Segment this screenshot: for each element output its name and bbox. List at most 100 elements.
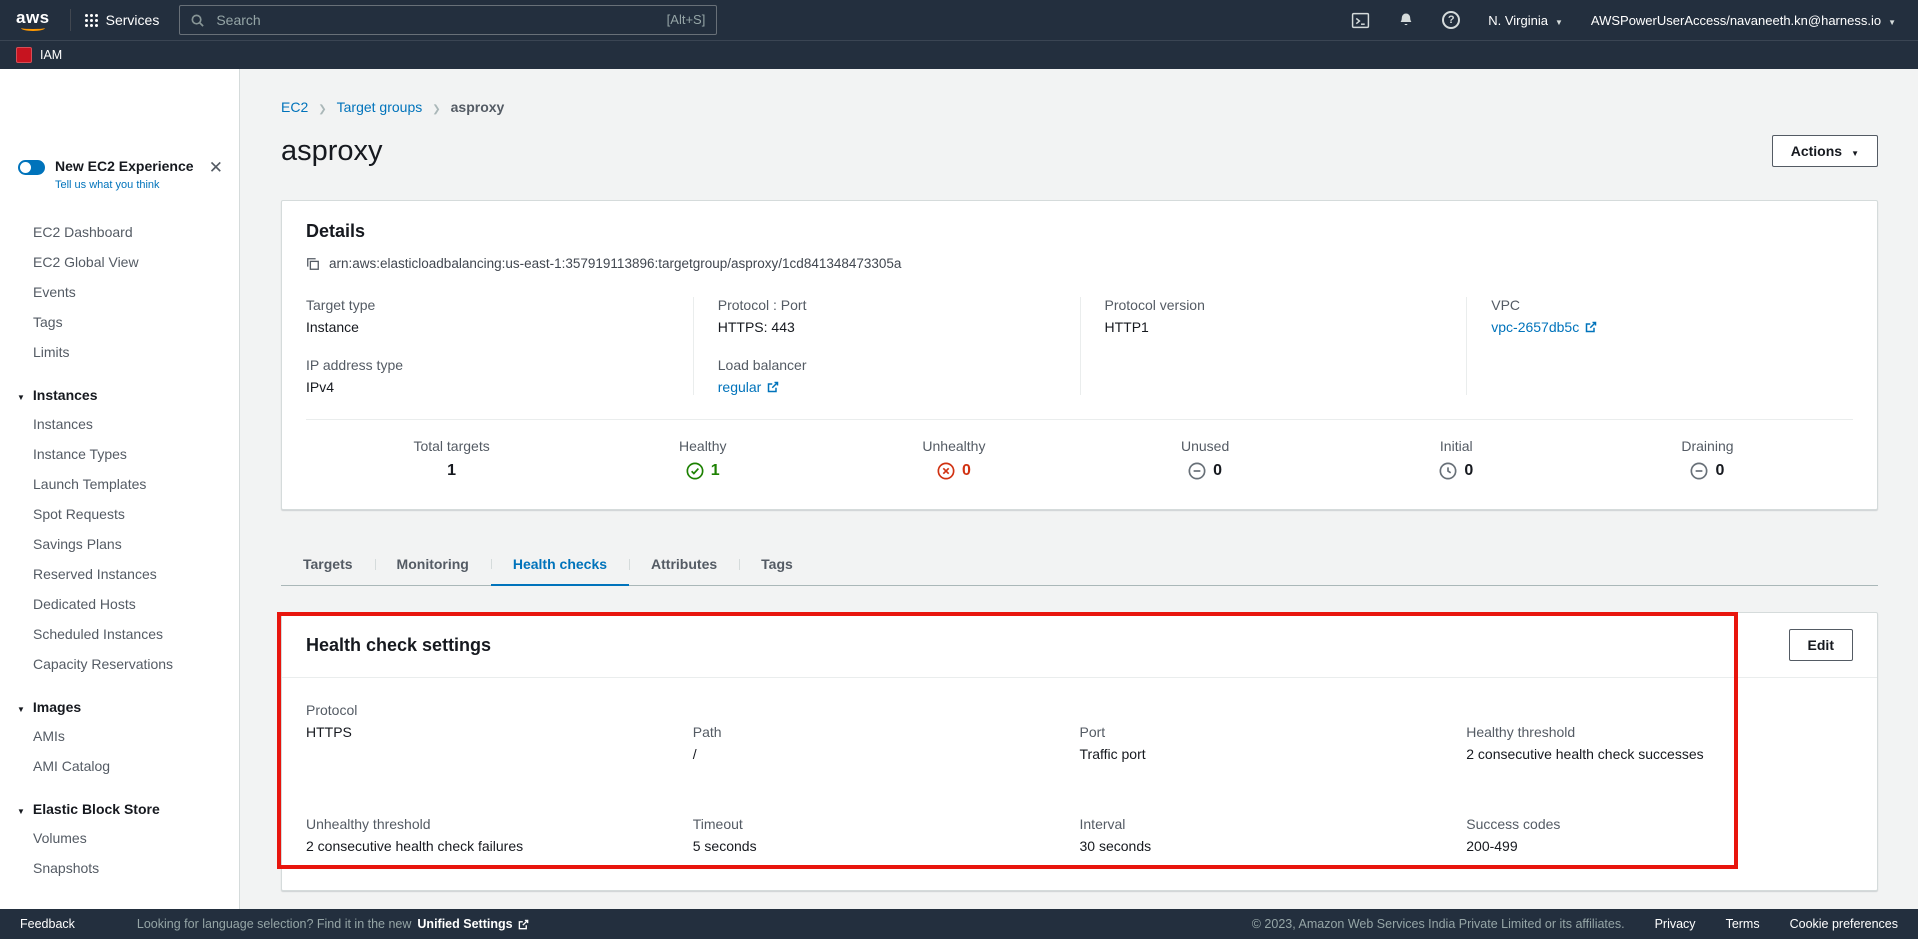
notifications-bell-icon[interactable] — [1398, 12, 1414, 29]
sidebar-section-images[interactable]: Images — [0, 691, 239, 721]
tab-health-checks[interactable]: Health checks — [491, 546, 629, 586]
details-column-1: Target type Instance IP address type IPv… — [306, 297, 693, 395]
health-check-section: Health check settings Edit Protocol HTTP… — [281, 612, 1878, 891]
sidebar-section-instances[interactable]: Instances — [0, 379, 239, 409]
app-body: New EC2 Experience Tell us what you thin… — [0, 69, 1918, 909]
edit-button[interactable]: Edit — [1789, 629, 1853, 661]
field-label: Healthy threshold — [1466, 724, 1853, 740]
field-value: 5 seconds — [693, 838, 1080, 854]
sidebar-item-instances[interactable]: Instances — [0, 409, 239, 439]
stat-unhealthy: Unhealthy 0 — [828, 438, 1079, 485]
services-menu-button[interactable]: Services — [81, 12, 164, 28]
external-link-icon — [1585, 321, 1597, 333]
top-navigation-bar: aws Services [Alt+S] N. Virginia AWSPowe… — [0, 0, 1918, 40]
privacy-link[interactable]: Privacy — [1655, 917, 1696, 931]
copy-icon[interactable] — [306, 257, 320, 271]
favorites-bar: IAM — [0, 40, 1918, 69]
help-icon[interactable] — [1442, 11, 1460, 29]
search-shortcut-hint: [Alt+S] — [667, 12, 706, 27]
sidebar-item-ami-catalog[interactable]: AMI Catalog — [0, 751, 239, 781]
services-label: Services — [106, 12, 160, 28]
cookie-preferences-link[interactable]: Cookie preferences — [1790, 917, 1898, 931]
sidebar-item-snapshots[interactable]: Snapshots — [0, 853, 239, 883]
field-vpc: VPC vpc-2657db5c — [1491, 297, 1835, 335]
global-search: [Alt+S] — [179, 5, 717, 35]
field-label: Port — [1080, 724, 1467, 740]
new-experience-title: New EC2 Experience — [55, 157, 194, 175]
unused-minus-icon — [1188, 462, 1206, 480]
details-fields: Target type Instance IP address type IPv… — [306, 297, 1853, 395]
aws-logo-smile-icon — [21, 25, 45, 31]
health-check-title: Health check settings — [306, 635, 491, 656]
sidebar-item-limits[interactable]: Limits — [0, 337, 239, 367]
favorite-iam-link[interactable]: IAM — [40, 48, 62, 62]
field-value: 2 consecutive health check successes — [1466, 746, 1853, 762]
field-protocol: Protocol HTTPS — [306, 702, 693, 762]
field-label: Protocol : Port — [718, 297, 1062, 313]
actions-button[interactable]: Actions — [1772, 135, 1878, 167]
target-health-summary: Total targets 1 Healthy 1 Unhealthy — [306, 419, 1853, 493]
details-column-2: Protocol : Port HTTPS: 443 Load balancer… — [693, 297, 1080, 395]
sidebar-item-tags[interactable]: Tags — [0, 307, 239, 337]
sidebar-item-ec2-global-view[interactable]: EC2 Global View — [0, 247, 239, 277]
initial-clock-icon — [1439, 462, 1457, 480]
field-label: VPC — [1491, 297, 1835, 313]
breadcrumb-separator-icon — [432, 99, 440, 115]
field-protocol-version: Protocol version HTTP1 — [1105, 297, 1449, 335]
cloudshell-icon[interactable] — [1351, 11, 1370, 30]
stat-draining: Draining 0 — [1582, 438, 1833, 485]
details-column-4: VPC vpc-2657db5c — [1466, 297, 1853, 395]
sidebar-item-volumes[interactable]: Volumes — [0, 823, 239, 853]
field-value: / — [693, 746, 1080, 762]
account-menu[interactable]: AWSPowerUserAccess/navaneeth.kn@harness.… — [1591, 13, 1896, 28]
stat-label: Unused — [1080, 438, 1331, 454]
sidebar-item-spot-requests[interactable]: Spot Requests — [0, 499, 239, 529]
field-target-type: Target type Instance — [306, 297, 675, 335]
stat-unused: Unused 0 — [1080, 438, 1331, 485]
vpc-link[interactable]: vpc-2657db5c — [1491, 319, 1597, 335]
sidebar-item-events[interactable]: Events — [0, 277, 239, 307]
region-selector[interactable]: N. Virginia — [1488, 13, 1563, 28]
breadcrumb-target-groups[interactable]: Target groups — [337, 99, 423, 115]
sidebar-section-elastic-block-store[interactable]: Elastic Block Store — [0, 793, 239, 823]
load-balancer-link[interactable]: regular — [718, 379, 780, 395]
close-icon[interactable] — [209, 158, 223, 178]
chevron-down-icon — [1888, 13, 1896, 28]
breadcrumb-ec2[interactable]: EC2 — [281, 99, 308, 115]
new-experience-feedback-link[interactable]: Tell us what you think — [55, 179, 194, 191]
search-icon — [190, 13, 205, 28]
sidebar-item-launch-templates[interactable]: Launch Templates — [0, 469, 239, 499]
sidebar-item-instance-types[interactable]: Instance Types — [0, 439, 239, 469]
search-input[interactable] — [179, 5, 717, 35]
terms-link[interactable]: Terms — [1726, 917, 1760, 931]
field-protocol-port: Protocol : Port HTTPS: 443 — [718, 297, 1062, 335]
chevron-down-icon — [1555, 13, 1563, 28]
iam-service-icon — [16, 47, 32, 63]
sidebar-item-ec2-dashboard[interactable]: EC2 Dashboard — [0, 217, 239, 247]
chevron-down-icon — [17, 387, 25, 403]
health-check-card: Health check settings Edit Protocol HTTP… — [281, 612, 1878, 891]
feedback-link[interactable]: Feedback — [20, 917, 75, 931]
field-label: Success codes — [1466, 816, 1853, 832]
breadcrumb-current: asproxy — [451, 99, 505, 115]
unified-settings-link[interactable]: Unified Settings — [417, 917, 528, 931]
sidebar-item-dedicated-hosts[interactable]: Dedicated Hosts — [0, 589, 239, 619]
stat-label: Healthy — [577, 438, 828, 454]
new-experience-toggle[interactable] — [18, 160, 45, 175]
sidebar-item-capacity-reservations[interactable]: Capacity Reservations — [0, 649, 239, 679]
new-experience-text: New EC2 Experience Tell us what you thin… — [55, 157, 194, 191]
tab-monitoring[interactable]: Monitoring — [375, 546, 491, 585]
tab-tags[interactable]: Tags — [739, 546, 815, 585]
sidebar-item-reserved-instances[interactable]: Reserved Instances — [0, 559, 239, 589]
field-label: Target type — [306, 297, 675, 313]
field-load-balancer: Load balancer regular — [718, 357, 1062, 395]
tab-targets[interactable]: Targets — [281, 546, 375, 585]
actions-button-label: Actions — [1791, 143, 1842, 159]
aws-logo[interactable]: aws — [16, 10, 50, 31]
stat-healthy: Healthy 1 — [577, 438, 828, 485]
sidebar-item-amis[interactable]: AMIs — [0, 721, 239, 751]
sidebar-item-savings-plans[interactable]: Savings Plans — [0, 529, 239, 559]
stat-initial: Initial 0 — [1331, 438, 1582, 485]
tab-attributes[interactable]: Attributes — [629, 546, 739, 585]
sidebar-item-scheduled-instances[interactable]: Scheduled Instances — [0, 619, 239, 649]
